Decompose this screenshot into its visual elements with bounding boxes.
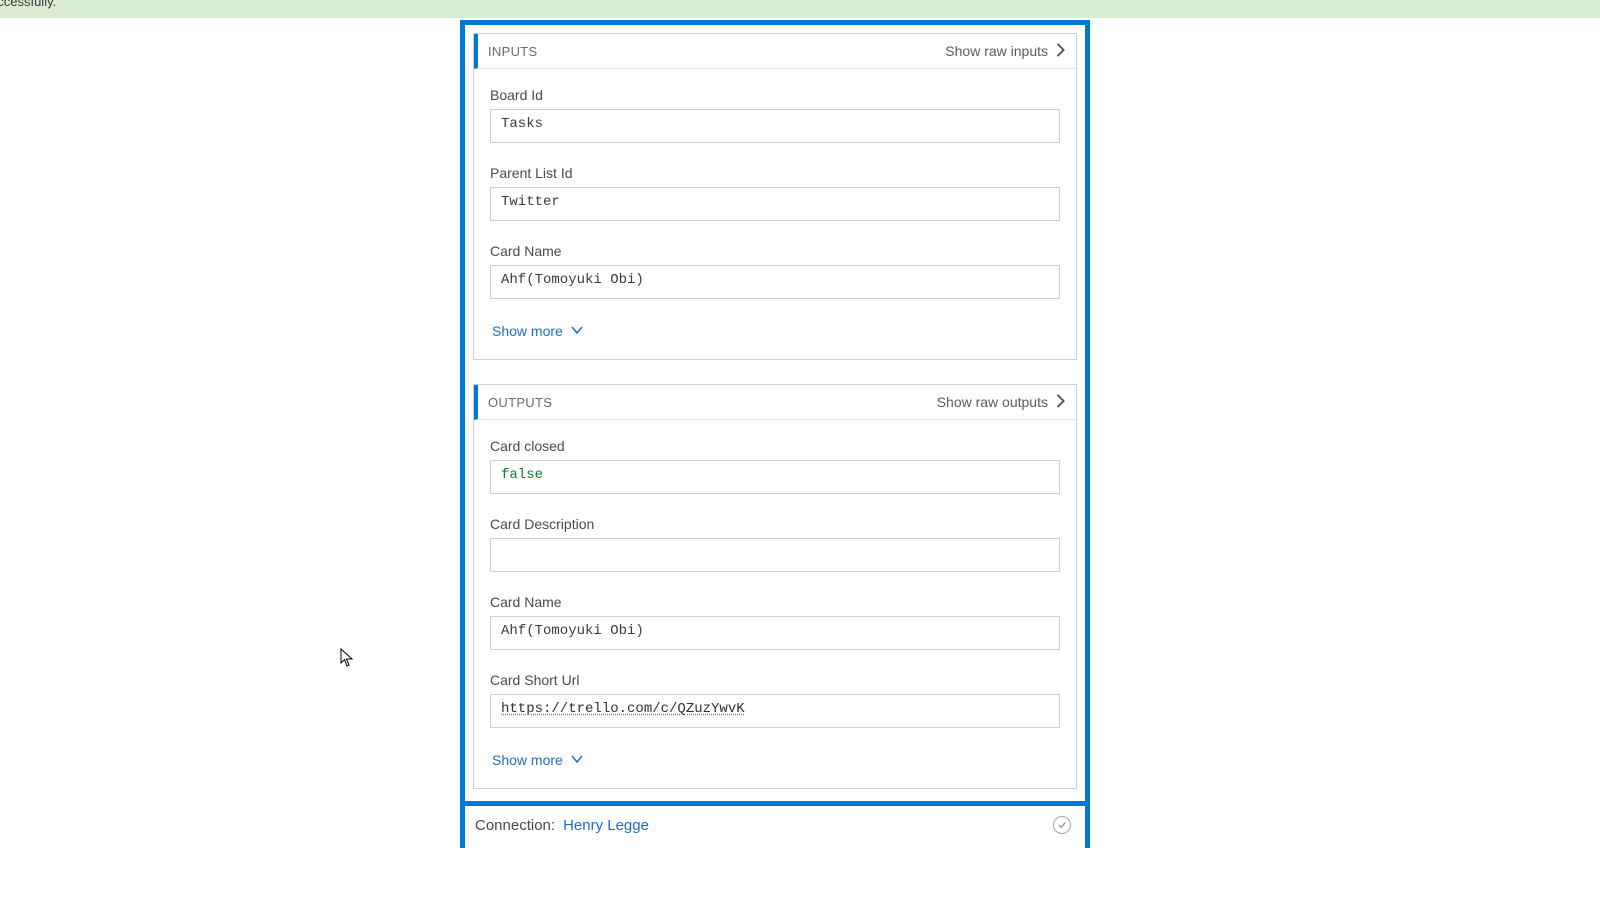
field-card-name-in: Card Name Ahf(Tomoyuki Obi)	[490, 243, 1060, 299]
label-card-description: Card Description	[490, 516, 1060, 532]
connection-status-icon	[1053, 816, 1071, 834]
value-card-name-out[interactable]: Ahf(Tomoyuki Obi)	[490, 616, 1060, 650]
value-card-description[interactable]	[490, 538, 1060, 572]
outputs-title: OUTPUTS	[488, 395, 552, 410]
connection-name-link[interactable]: Henry Legge	[563, 817, 649, 834]
card-short-url-link[interactable]: https://trello.com/c/QZuzYwvK	[501, 701, 745, 717]
connection-footer: Connection: Henry Legge	[465, 806, 1085, 848]
label-card-closed: Card closed	[490, 438, 1060, 454]
chevron-right-icon	[1056, 43, 1066, 60]
inputs-fields: Board Id Tasks Parent List Id Twitter Ca…	[474, 69, 1076, 359]
value-card-name-in[interactable]: Ahf(Tomoyuki Obi)	[490, 265, 1060, 299]
show-raw-inputs-label: Show raw inputs	[945, 43, 1048, 59]
field-parent-list-id: Parent List Id Twitter	[490, 165, 1060, 221]
field-card-short-url: Card Short Url https://trello.com/c/QZuz…	[490, 672, 1060, 728]
field-card-name-out: Card Name Ahf(Tomoyuki Obi)	[490, 594, 1060, 650]
inputs-show-more-label: Show more	[492, 323, 563, 339]
inputs-title: INPUTS	[488, 44, 537, 59]
show-raw-outputs-label: Show raw outputs	[937, 394, 1048, 410]
show-raw-outputs-link[interactable]: Show raw outputs	[937, 394, 1066, 411]
field-board-id: Board Id Tasks	[490, 87, 1060, 143]
inputs-show-more[interactable]: Show more	[492, 323, 583, 339]
cursor-icon	[340, 648, 354, 668]
value-parent-list-id[interactable]: Twitter	[490, 187, 1060, 221]
success-banner-text: uccessfully.	[0, 0, 56, 9]
label-card-short-url: Card Short Url	[490, 672, 1060, 688]
show-raw-inputs-link[interactable]: Show raw inputs	[945, 43, 1066, 60]
connection-left: Connection: Henry Legge	[475, 817, 649, 834]
value-card-closed[interactable]: false	[490, 460, 1060, 494]
field-card-description: Card Description	[490, 516, 1060, 572]
outputs-section: OUTPUTS Show raw outputs Card closed fal…	[473, 384, 1077, 789]
run-details-body: INPUTS Show raw inputs Board Id Tasks Pa…	[465, 25, 1085, 806]
chevron-down-icon	[571, 323, 583, 339]
outputs-show-more[interactable]: Show more	[492, 752, 583, 768]
chevron-right-icon	[1056, 394, 1066, 411]
label-board-id: Board Id	[490, 87, 1060, 103]
run-details-card: INPUTS Show raw inputs Board Id Tasks Pa…	[460, 20, 1090, 848]
chevron-down-icon	[571, 752, 583, 768]
value-board-id[interactable]: Tasks	[490, 109, 1060, 143]
connection-label: Connection:	[475, 817, 555, 834]
outputs-header: OUTPUTS Show raw outputs	[474, 385, 1076, 420]
value-card-short-url[interactable]: https://trello.com/c/QZuzYwvK	[490, 694, 1060, 728]
inputs-header: INPUTS Show raw inputs	[474, 34, 1076, 69]
field-card-closed: Card closed false	[490, 438, 1060, 494]
outputs-fields: Card closed false Card Description Card …	[474, 420, 1076, 788]
outputs-show-more-label: Show more	[492, 752, 563, 768]
success-banner: uccessfully.	[0, 0, 1600, 18]
label-parent-list-id: Parent List Id	[490, 165, 1060, 181]
inputs-section: INPUTS Show raw inputs Board Id Tasks Pa…	[473, 33, 1077, 360]
label-card-name-in: Card Name	[490, 243, 1060, 259]
label-card-name-out: Card Name	[490, 594, 1060, 610]
